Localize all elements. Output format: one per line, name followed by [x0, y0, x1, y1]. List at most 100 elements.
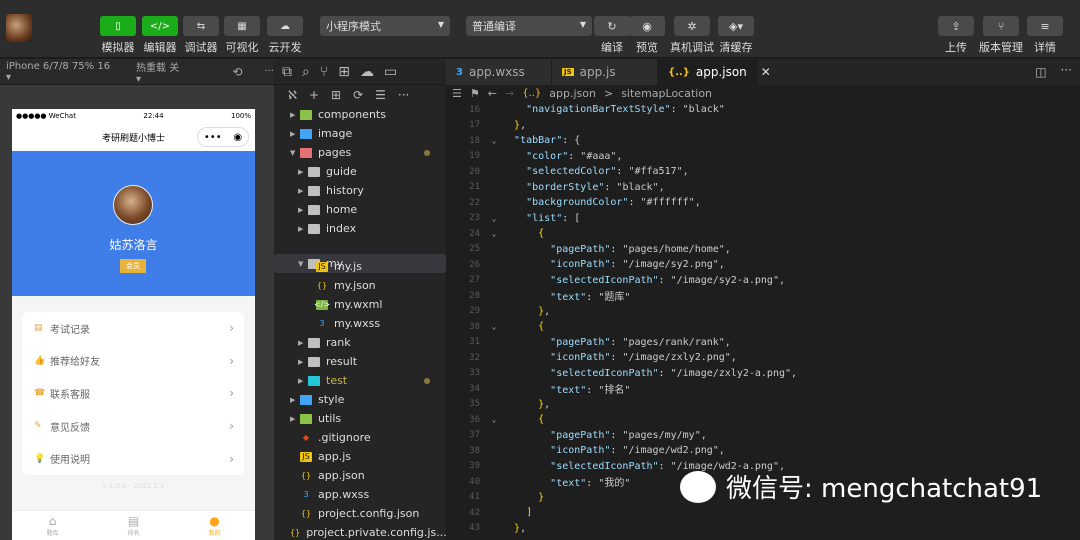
simulator-button[interactable]: ▯ [100, 16, 136, 36]
code-line[interactable]: 22 "backgroundColor": "#ffffff", [446, 195, 1080, 211]
tree-item-utils[interactable]: ▶ utils [274, 409, 446, 428]
new-folder-icon[interactable]: ⊞ [331, 88, 341, 102]
panel-icon[interactable]: ▭ [384, 64, 397, 80]
code-line[interactable]: 29 }, [446, 304, 1080, 320]
code-line[interactable]: 16 "navigationBarTextStyle": "black" [446, 102, 1080, 118]
tree-item-style[interactable]: ▶ style [274, 390, 446, 409]
tree-item-pages[interactable]: ▼ pages [274, 143, 446, 162]
visual-button[interactable]: ▦ [224, 16, 260, 36]
breadcrumb-file[interactable]: app.json [549, 87, 596, 100]
more-icon[interactable]: ··· [264, 66, 274, 77]
editor-button[interactable]: </> [142, 16, 178, 36]
tree-item-index[interactable]: ▶ index [274, 219, 446, 238]
tree-item-guide[interactable]: ▶ guide [274, 162, 446, 181]
fold-chevron-icon[interactable]: ⌄ [486, 322, 502, 331]
more-icon[interactable]: ••• [204, 132, 222, 143]
code-line[interactable]: 35 }, [446, 397, 1080, 413]
tree-item-history[interactable]: ▶ history [274, 181, 446, 200]
fold-chevron-icon[interactable]: ⌄ [486, 415, 502, 424]
tree-item-app-wxss[interactable]: 3 app.wxss [274, 485, 446, 504]
tree-item-my-json[interactable]: {} my.json [274, 276, 446, 295]
code-line[interactable]: 18 ⌄ "tabBar": { [446, 133, 1080, 149]
code-line[interactable]: 19 "color": "#aaa", [446, 149, 1080, 165]
menu-item-exam-records[interactable]: ▤ 考试记录 › [22, 312, 244, 345]
code-line[interactable]: 23 ⌄ "list": [ [446, 211, 1080, 227]
clear-cache-button[interactable]: ◈▾ [718, 16, 754, 36]
cloud-icon[interactable]: ☁ [360, 64, 374, 80]
code-line[interactable]: 43 }, [446, 521, 1080, 537]
refresh-icon[interactable]: ⟳ [353, 88, 363, 102]
tree-item-my-js[interactable]: JS my.js [274, 257, 446, 276]
details-button[interactable]: ≡ [1027, 16, 1063, 36]
tree-item-app-json[interactable]: {} app.json [274, 466, 446, 485]
tree-item-rank[interactable]: ▶ rank [274, 333, 446, 352]
tree-item-result[interactable]: ▶ result [274, 352, 446, 371]
fold-chevron-icon[interactable]: ⌄ [486, 136, 502, 145]
version-button[interactable]: ⑂ [983, 16, 1019, 36]
tree-item-my-wxml[interactable]: </> my.wxml [274, 295, 446, 314]
list-icon[interactable]: ☰ [452, 87, 462, 100]
bookmark-icon[interactable]: ⚑ [470, 87, 480, 100]
more-icon[interactable]: ··· [1061, 63, 1072, 85]
code-line[interactable]: 28 "text": "题库" [446, 288, 1080, 304]
menu-item-feedback[interactable]: ✎ 意见反馈 › [22, 410, 244, 443]
code-line[interactable]: 38 "iconPath": "/image/wd2.png", [446, 443, 1080, 459]
tree-item-image[interactable]: ▶ image [274, 124, 446, 143]
compile-button[interactable]: ↻ [594, 16, 630, 36]
close-circle-icon[interactable]: ◉ [233, 132, 242, 143]
project-avatar[interactable] [6, 14, 32, 42]
tab-app-wxss[interactable]: 3 app.wxss [446, 59, 552, 85]
breadcrumb-path[interactable]: sitemapLocation [621, 87, 712, 100]
compile-select[interactable]: 普通编译 ▼ [466, 16, 592, 36]
code-line[interactable]: 24 ⌄ { [446, 226, 1080, 242]
code-line[interactable]: 20 "selectedColor": "#ffa517", [446, 164, 1080, 180]
capsule-button[interactable]: ••• ◉ [197, 127, 249, 147]
menu-item-guide[interactable]: 💡 使用说明 › [22, 442, 244, 475]
code-line[interactable]: 32 "iconPath": "/image/zxly2.png", [446, 350, 1080, 366]
tree-item-test[interactable]: ▶ test [274, 371, 446, 390]
code-line[interactable]: 26 "iconPath": "/image/sy2.png", [446, 257, 1080, 273]
avatar[interactable] [113, 185, 153, 225]
tree-item-my-wxss[interactable]: 3 my.wxss [274, 314, 446, 333]
code-line[interactable]: 31 "pagePath": "pages/rank/rank", [446, 335, 1080, 351]
cloud-button[interactable]: ☁ [267, 16, 303, 36]
menu-item-recommend[interactable]: 👍 推荐给好友 › [22, 345, 244, 378]
add-icon[interactable]: + [309, 88, 319, 102]
mode-select[interactable]: 小程序模式 ▼ [320, 16, 450, 36]
code-line[interactable]: 17 }, [446, 118, 1080, 134]
tab-rank[interactable]: ▤ 排名 [93, 511, 174, 540]
code-line[interactable]: 25 "pagePath": "pages/home/home", [446, 242, 1080, 258]
rotate-icon[interactable]: ⟲ [232, 65, 242, 79]
hot-reload-select[interactable]: 热重载 关 ▾ [136, 59, 186, 85]
fold-chevron-icon[interactable]: ⌄ [486, 229, 502, 238]
code-line[interactable]: 30 ⌄ { [446, 319, 1080, 335]
debugger-button[interactable]: ⇆ [183, 16, 219, 36]
code-line[interactable]: 33 "selectedIconPath": "/image/zxly2-a.p… [446, 366, 1080, 382]
code-line[interactable]: 27 "selectedIconPath": "/image/sy2-a.png… [446, 273, 1080, 289]
fold-chevron-icon[interactable]: ⌄ [486, 214, 502, 223]
upload-button[interactable]: ⇪ [938, 16, 974, 36]
code-line[interactable]: 21 "borderStyle": "black", [446, 180, 1080, 196]
tab-app-js[interactable]: JS app.js [552, 59, 658, 85]
tab-app-json[interactable]: {..} app.json ✕ [658, 59, 771, 85]
code-line[interactable]: 36 ⌄ { [446, 412, 1080, 428]
more-icon[interactable]: ··· [398, 88, 409, 102]
tree-item--gitignore[interactable]: ◆ .gitignore [274, 428, 446, 447]
extensions-icon[interactable]: ⊞ [338, 64, 350, 80]
code-line[interactable]: 42 ] [446, 505, 1080, 521]
sort-icon[interactable]: ☰ [375, 88, 386, 102]
branch-icon[interactable]: ⑂ [320, 64, 328, 80]
search-icon[interactable]: ⌕ [302, 64, 310, 80]
tree-item-project-private-config-js-[interactable]: {} project.private.config.js... [274, 523, 446, 540]
forward-icon[interactable]: → [505, 87, 514, 100]
collapse-icon[interactable]: ℵ [288, 88, 297, 102]
tree-item-components[interactable]: ▶ components [274, 105, 446, 124]
code-line[interactable]: 37 "pagePath": "pages/my/my", [446, 428, 1080, 444]
remote-debug-button[interactable]: ✲ [674, 16, 710, 36]
split-editor-icon[interactable]: ◫ [1035, 65, 1046, 85]
tab-bank[interactable]: ⌂ 题库 [12, 511, 93, 540]
tree-item-project-config-json[interactable]: {} project.config.json [274, 504, 446, 523]
tab-my[interactable]: ● 我的 [174, 511, 255, 540]
copy-icon[interactable]: ⧉ [282, 64, 292, 80]
tree-item-app-js[interactable]: JS app.js [274, 447, 446, 466]
